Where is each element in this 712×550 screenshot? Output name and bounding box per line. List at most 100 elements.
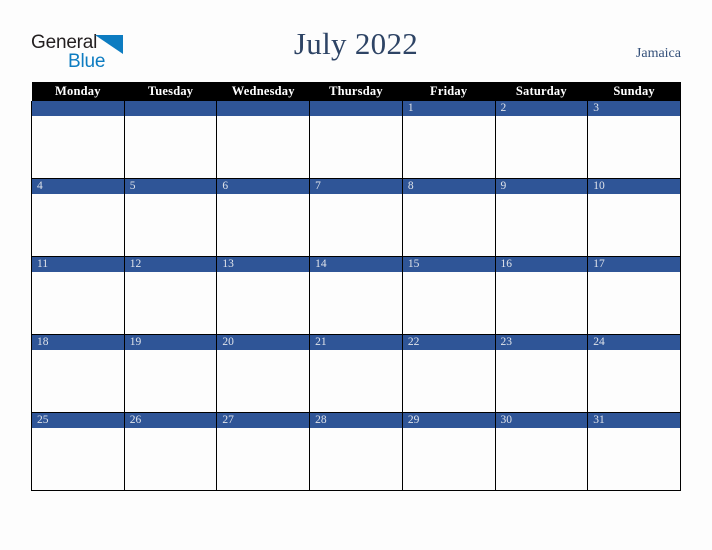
day-event-area[interactable] [496,428,588,489]
calendar-day-cell-17[interactable]: 17 [587,256,681,335]
day-number [32,101,124,116]
day-event-area[interactable] [32,116,124,177]
day-number: 24 [588,335,680,350]
day-event-area[interactable] [310,428,402,489]
calendar-day-cell-26[interactable]: 26 [123,412,218,491]
calendar-day-cell-3[interactable]: 3 [587,101,681,179]
calendar-day-cell-12[interactable]: 12 [123,256,218,335]
day-event-area[interactable] [217,116,309,177]
calendar-day-cell-23[interactable]: 23 [494,334,589,413]
day-event-area[interactable] [496,116,588,177]
day-event-area[interactable] [588,350,680,411]
day-event-area[interactable] [496,350,588,411]
calendar-day-cell-6[interactable]: 6 [216,178,311,257]
day-event-area[interactable] [588,272,680,333]
day-event-area[interactable] [217,272,309,333]
day-event-area[interactable] [217,350,309,411]
day-event-area[interactable] [217,194,309,255]
day-event-area[interactable] [496,272,588,333]
calendar-day-cell-5[interactable]: 5 [123,178,218,257]
calendar-day-cell-18[interactable]: 18 [31,334,125,413]
day-cell-inner: 3 [588,101,680,177]
calendar-day-cell-15[interactable]: 15 [401,256,496,335]
calendar-day-cell-empty[interactable] [31,101,125,179]
day-number: 25 [32,413,124,428]
calendar-day-cell-20[interactable]: 20 [216,334,311,413]
day-number: 30 [495,413,588,428]
day-event-area[interactable] [403,428,495,489]
day-cell-inner: 12 [124,257,217,333]
day-event-area[interactable] [125,428,217,489]
calendar-day-cell-13[interactable]: 13 [216,256,311,335]
day-event-area[interactable] [32,428,124,489]
day-event-area[interactable] [32,194,124,255]
day-event-area[interactable] [496,194,588,255]
day-event-area[interactable] [32,272,124,333]
day-number: 15 [402,257,495,272]
weekday-header-tuesday: Tuesday [124,82,217,101]
calendar-day-cell-7[interactable]: 7 [309,178,403,257]
calendar-day-cell-22[interactable]: 22 [401,334,496,413]
day-cell-inner: 17 [588,257,680,333]
calendar-day-cell-1[interactable]: 1 [401,101,496,179]
day-cell-inner: 19 [124,335,217,411]
day-event-area[interactable] [125,116,217,177]
day-event-area[interactable] [32,350,124,411]
day-event-area[interactable] [588,194,680,255]
day-event-area[interactable] [310,116,402,177]
calendar-week-row: 11 12 13 14 15 16 17 [31,256,681,335]
day-event-area[interactable] [403,116,495,177]
calendar-day-cell-empty[interactable] [309,101,403,179]
day-event-area[interactable] [403,194,495,255]
day-cell-inner: 9 [495,179,588,255]
day-event-area[interactable] [125,350,217,411]
day-cell-inner: 11 [32,257,124,333]
calendar-day-cell-29[interactable]: 29 [401,412,496,491]
day-event-area[interactable] [310,194,402,255]
calendar-day-cell-31[interactable]: 31 [587,412,681,491]
calendar-day-cell-24[interactable]: 24 [587,334,681,413]
calendar-day-cell-21[interactable]: 21 [309,334,403,413]
day-cell-inner: 15 [402,257,495,333]
day-cell-inner: 28 [310,413,402,489]
calendar-day-cell-25[interactable]: 25 [31,412,125,491]
day-cell-inner: 7 [310,179,402,255]
day-cell-inner: 22 [402,335,495,411]
calendar-day-cell-19[interactable]: 19 [123,334,218,413]
calendar-day-cell-28[interactable]: 28 [309,412,403,491]
day-event-area[interactable] [125,272,217,333]
day-number: 29 [402,413,495,428]
day-cell-inner: 14 [310,257,402,333]
day-number: 31 [588,413,680,428]
day-event-area[interactable] [310,272,402,333]
calendar-day-cell-4[interactable]: 4 [31,178,125,257]
day-number [124,101,217,116]
calendar-day-cell-14[interactable]: 14 [309,256,403,335]
calendar-day-cell-30[interactable]: 30 [494,412,589,491]
day-cell-inner: 2 [495,101,588,177]
day-event-area[interactable] [403,350,495,411]
day-number: 19 [124,335,217,350]
day-cell-inner: 25 [32,413,124,489]
day-cell-inner: 1 [402,101,495,177]
calendar-day-cell-8[interactable]: 8 [401,178,496,257]
weekday-header-sunday: Sunday [587,82,681,101]
day-event-area[interactable] [588,428,680,489]
day-event-area[interactable] [588,116,680,177]
calendar-day-cell-11[interactable]: 11 [31,256,125,335]
day-event-area[interactable] [125,194,217,255]
calendar-day-cell-9[interactable]: 9 [494,178,589,257]
day-event-area[interactable] [217,428,309,489]
calendar-day-cell-10[interactable]: 10 [587,178,681,257]
calendar-day-cell-empty[interactable] [123,101,218,179]
day-event-area[interactable] [310,350,402,411]
day-event-area[interactable] [403,272,495,333]
calendar-day-cell-27[interactable]: 27 [216,412,311,491]
calendar-day-cell-16[interactable]: 16 [494,256,589,335]
day-cell-inner: 26 [124,413,217,489]
calendar-day-cell-2[interactable]: 2 [494,101,589,179]
calendar-day-cell-empty[interactable] [216,101,311,179]
weekday-header-wednesday: Wednesday [216,82,310,101]
day-cell-inner: 27 [217,413,310,489]
day-number: 20 [217,335,310,350]
